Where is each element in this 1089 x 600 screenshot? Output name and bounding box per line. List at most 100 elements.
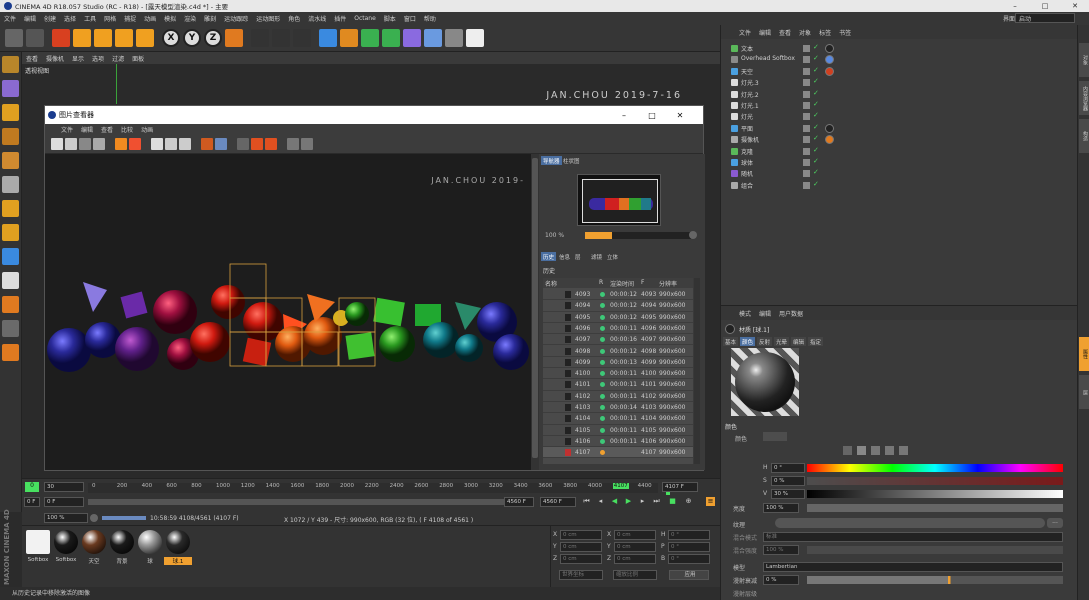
object-visibility-icon[interactable]	[803, 170, 810, 178]
camera-icon[interactable]	[445, 29, 463, 47]
history-row[interactable]: 4098 00:00:12 4098 990x600	[543, 346, 693, 357]
right-tab-2[interactable]: 构造	[1079, 119, 1089, 153]
render-view-icon[interactable]	[272, 29, 290, 47]
object-row[interactable]: 克隆 ✓	[725, 146, 1065, 157]
max-frame-field[interactable]: 4560 F	[540, 497, 576, 507]
status-play-icon[interactable]	[90, 514, 98, 522]
value-slider[interactable]	[807, 490, 1063, 498]
right-tab-0[interactable]: 对象	[1079, 43, 1089, 77]
live-select-icon[interactable]	[136, 29, 154, 47]
pv-tool-11-icon[interactable]	[237, 138, 249, 150]
object-enabled-icon[interactable]: ✓	[813, 111, 819, 119]
pv-minimize-button[interactable]: –	[611, 106, 637, 124]
history-row[interactable]: 4107 4107 990x600	[543, 447, 693, 459]
left-tool-7-icon[interactable]	[2, 224, 19, 241]
tab-history-0[interactable]: 历史	[541, 252, 557, 261]
object-visibility-icon[interactable]	[803, 79, 810, 87]
object-enabled-icon[interactable]: ✓	[813, 157, 819, 165]
object-row[interactable]: 摄像机 ✓	[725, 134, 1065, 145]
menu-item-16[interactable]: Octane	[350, 15, 380, 22]
menu-item-14[interactable]: 流水线	[304, 14, 330, 23]
coord-field[interactable]: 0 °	[668, 542, 710, 552]
frame-rate-field[interactable]: 30	[44, 482, 84, 492]
object-enabled-icon[interactable]: ✓	[813, 66, 819, 74]
zoom-plus-icon[interactable]	[689, 231, 697, 239]
history-row[interactable]: 4093 00:00:12 4093 990x600	[543, 289, 693, 301]
menu-item-6[interactable]: 捕捉	[120, 14, 140, 23]
saturation-slider[interactable]	[807, 477, 1063, 485]
color-hsv-icon[interactable]	[857, 446, 866, 455]
floor-icon[interactable]	[424, 29, 442, 47]
pv-menu-item-4[interactable]: 动画	[137, 125, 157, 134]
left-tool-9-icon[interactable]	[2, 272, 19, 289]
menu-item-12[interactable]: 运动图形	[252, 14, 284, 23]
min-frame-field[interactable]: 0 F	[24, 497, 40, 507]
attribute-menu-item-2[interactable]: 用户数据	[775, 309, 807, 318]
pv-tool-7-icon[interactable]	[165, 138, 177, 150]
attribute-tab-3[interactable]: 光晕	[774, 337, 790, 346]
object-row[interactable]: 灯光.2 ✓	[725, 89, 1065, 100]
navigator-thumbnail[interactable]	[577, 174, 661, 226]
left-tool-4-icon[interactable]	[2, 152, 19, 169]
left-tool-1-icon[interactable]	[2, 80, 19, 97]
play-back-icon[interactable]: ◀	[610, 497, 619, 506]
color-swatch[interactable]	[763, 432, 787, 441]
prev-frame-icon[interactable]: ◂	[596, 497, 605, 506]
s-field[interactable]: 0 %	[771, 476, 805, 486]
pv-menu-item-0[interactable]: 文件	[57, 125, 77, 134]
object-visibility-icon[interactable]	[803, 102, 810, 109]
array-icon[interactable]	[382, 29, 400, 47]
menu-item-18[interactable]: 窗口	[400, 14, 420, 23]
pv-tool-6-icon[interactable]	[151, 138, 163, 150]
preview-end-field[interactable]: 4560 F	[504, 497, 534, 507]
object-row[interactable]: 组合 ✓	[725, 180, 1065, 191]
object-enabled-icon[interactable]: ✓	[813, 89, 819, 97]
viewport-menu-item-0[interactable]: 查看	[22, 54, 42, 63]
menu-item-19[interactable]: 帮助	[420, 14, 440, 23]
object-enabled-icon[interactable]: ✓	[813, 134, 819, 142]
material-swatch[interactable]	[54, 530, 78, 554]
scrollbar-thumb[interactable]	[532, 158, 538, 458]
object-menu-item-5[interactable]: 书签	[835, 28, 855, 37]
coord-field[interactable]: 0 cm	[614, 542, 656, 552]
coord-field[interactable]: 0 °	[668, 530, 710, 540]
pv-tool-5-icon[interactable]	[129, 138, 141, 150]
render-region-icon[interactable]	[251, 29, 269, 47]
goto-end-icon[interactable]: ⏭	[652, 497, 661, 506]
preview-range-bar[interactable]	[88, 499, 534, 505]
menu-item-9[interactable]: 渲染	[180, 14, 200, 23]
object-tag-icon[interactable]	[825, 44, 834, 53]
x-axis-icon[interactable]: X	[162, 29, 180, 47]
material-swatch[interactable]	[138, 530, 162, 554]
texture-slot[interactable]	[775, 518, 1045, 528]
object-row[interactable]: Overhead Softbox ✓	[725, 54, 1065, 65]
frame-start-field[interactable]: 0	[25, 482, 39, 492]
left-tool-6-icon[interactable]	[2, 200, 19, 217]
texture-browse-button[interactable]: ...	[1047, 518, 1063, 528]
history-row[interactable]: 4096 00:00:11 4096 990x600	[543, 323, 693, 335]
history-row[interactable]: 4106 00:00:11 4106 990x600	[543, 436, 693, 448]
mix-mode-select[interactable]: 标准	[763, 532, 1063, 542]
color-mixer-icon[interactable]	[899, 446, 908, 455]
menu-item-7[interactable]: 动画	[140, 14, 160, 23]
pv-menu-item-3[interactable]: 比较	[117, 125, 137, 134]
keyframe-icon[interactable]: ⊕	[684, 497, 693, 506]
tab-history-3[interactable]: 滤镜	[589, 252, 604, 261]
pv-tool-3-icon[interactable]	[93, 138, 105, 150]
pv-tool-2-icon[interactable]	[79, 138, 91, 150]
brightness-field[interactable]: 100 %	[763, 503, 799, 513]
left-tool-5-icon[interactable]	[2, 176, 19, 193]
record-icon[interactable]: ■	[668, 497, 677, 506]
goto-start-icon[interactable]: ⏮	[582, 497, 591, 506]
left-tool-0-icon[interactable]	[2, 56, 19, 73]
object-visibility-icon[interactable]	[803, 67, 810, 75]
history-row[interactable]: 4097 00:00:16 4097 990x600	[543, 334, 693, 346]
menu-item-4[interactable]: 工具	[80, 14, 100, 23]
history-table[interactable]: 名称 R 渲染时间 F 分辨率 4093 00:00:12 4093 990x600 4…	[543, 278, 693, 464]
maximize-button[interactable]: □	[1031, 0, 1059, 12]
object-row[interactable]: 灯光.1 ✓	[725, 100, 1065, 111]
coord-field[interactable]: 0 cm	[614, 530, 656, 540]
h-field[interactable]: 0 °	[771, 463, 805, 473]
object-enabled-icon[interactable]: ✓	[813, 146, 819, 154]
tab-history-4[interactable]: 立体	[605, 252, 620, 261]
